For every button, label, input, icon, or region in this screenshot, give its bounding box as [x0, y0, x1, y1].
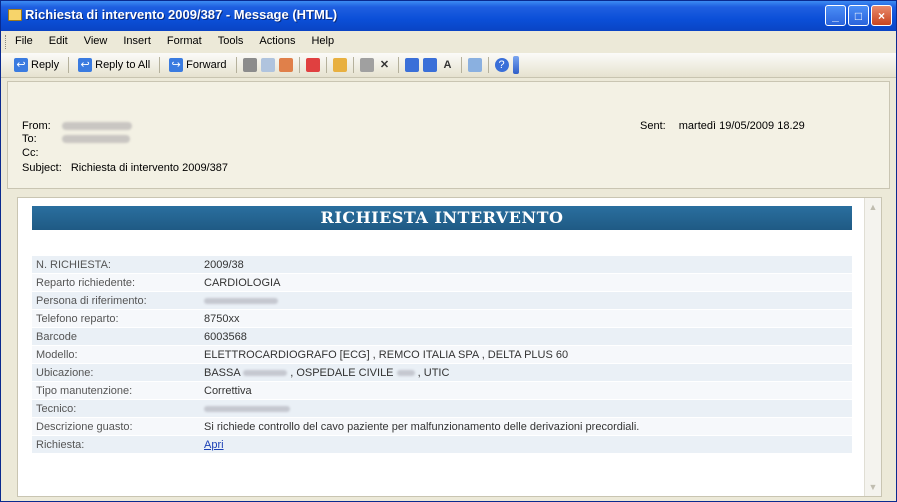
from-line: From: [22, 120, 132, 132]
sent-label: Sent: [640, 120, 666, 132]
delete-icon[interactable]: ✕ [378, 58, 392, 72]
table-row: Barcode 6003568 [32, 328, 852, 346]
table-row: Modello: ELETTROCARDIOGRAFO [ECG] , REMCO… [32, 346, 852, 364]
message-window: Richiesta di intervento 2009/387 - Messa… [0, 0, 897, 502]
flag-icon[interactable] [305, 58, 320, 72]
reply-button[interactable]: ↩ Reply [11, 56, 62, 74]
table-row: Ubicazione: BASSA , OSPEDALE CIVILE , UTI… [32, 364, 852, 382]
toolbar-separator [397, 57, 399, 73]
subject-line: Subject: Richiesta di intervento 2009/38… [22, 162, 228, 174]
standard-toolbar: ↩ Reply ↩ Reply to All ↪ Forward ✕ A ? [1, 53, 896, 78]
next-item-icon[interactable] [422, 58, 437, 72]
table-row: Tipo manutenzione: Correttiva [32, 382, 852, 400]
envelope-icon[interactable] [332, 58, 347, 72]
menu-format[interactable]: Format [167, 35, 202, 47]
close-button[interactable]: × [871, 5, 892, 26]
table-row: N. RICHIESTA: 2009/38 [32, 256, 852, 274]
sent-line: Sent: martedì 19/05/2009 18.29 [640, 120, 805, 132]
maximize-button[interactable]: □ [848, 5, 869, 26]
toolbar-separator [235, 57, 237, 73]
menu-insert[interactable]: Insert [123, 35, 151, 47]
redacted-location [396, 369, 415, 376]
title-bar[interactable]: Richiesta di intervento 2009/387 - Messa… [1, 1, 896, 31]
message-body[interactable]: RICHIESTA INTERVENTO N. RICHIESTA: 2009/3… [17, 197, 882, 497]
menu-bar: File Edit View Insert Format Tools Actio… [1, 31, 896, 54]
toolbar-separator [352, 57, 354, 73]
forward-icon: ↪ [169, 58, 184, 72]
to-label: To: [22, 133, 37, 145]
reply-icon: ↩ [14, 58, 28, 72]
copy-icon[interactable] [260, 58, 275, 72]
from-value-redacted [62, 122, 132, 131]
redacted-location [243, 369, 288, 376]
vertical-scrollbar[interactable]: ▲ ▼ [864, 198, 881, 496]
table-row: Persona di riferimento: [32, 292, 852, 310]
cc-line: Cc: [22, 147, 56, 159]
reply-all-button[interactable]: ↩ Reply to All [75, 56, 153, 74]
menu-tools[interactable]: Tools [218, 35, 244, 47]
rules-icon[interactable] [359, 58, 374, 72]
menu-file[interactable]: File [15, 35, 33, 47]
help-icon[interactable]: ? [494, 58, 509, 72]
move-to-folder-icon[interactable] [278, 58, 293, 72]
table-row: Descrizione guasto: Si richiede controllo… [32, 418, 852, 436]
redacted-contact [204, 297, 278, 304]
cc-label: Cc: [22, 147, 39, 159]
open-request-link[interactable]: Apri [204, 439, 224, 451]
minimize-button[interactable]: _ [825, 5, 846, 26]
scroll-down-icon[interactable]: ▼ [868, 482, 878, 492]
toolbar-separator [68, 57, 70, 73]
forward-button[interactable]: ↪ Forward [166, 56, 229, 74]
reply-all-icon: ↩ [78, 58, 93, 72]
request-table: N. RICHIESTA: 2009/38 Reparto richiedente… [32, 256, 852, 454]
table-row: Tecnico: [32, 400, 852, 418]
window-controls: _ □ × [825, 5, 892, 26]
menu-view[interactable]: View [84, 35, 108, 47]
menu-actions[interactable]: Actions [259, 35, 295, 47]
toolbar-separator [325, 57, 327, 73]
toolbar-separator [487, 57, 489, 73]
toolbar-overflow-handle[interactable] [512, 56, 519, 74]
message-icon [8, 9, 22, 21]
scroll-up-icon[interactable]: ▲ [868, 202, 878, 212]
address-book-icon[interactable] [467, 58, 482, 72]
menu-edit[interactable]: Edit [49, 35, 68, 47]
table-row: Telefono reparto: 8750xx [32, 310, 852, 328]
subject-label: Subject: [22, 162, 62, 174]
table-row: Reparto richiedente: CARDIOLOGIA [32, 274, 852, 292]
to-value-redacted [62, 135, 130, 144]
redacted-technician [204, 405, 290, 412]
message-header: From: To: Cc: Subject: Richiesta di inte… [7, 81, 890, 189]
print-icon[interactable] [242, 58, 257, 72]
to-line: To: [22, 133, 130, 145]
previous-item-icon[interactable] [404, 58, 419, 72]
font-size-icon[interactable]: A [441, 58, 455, 72]
subject-value: Richiesta di intervento 2009/387 [70, 162, 228, 174]
request-title: RICHIESTA INTERVENTO [32, 206, 852, 230]
toolbar-separator [159, 57, 161, 73]
table-row: Richiesta: Apri [32, 436, 852, 454]
window-title: Richiesta di intervento 2009/387 - Messa… [25, 7, 338, 22]
menu-grip-icon [5, 35, 9, 49]
sent-value: martedì 19/05/2009 18.29 [678, 120, 805, 132]
toolbar-separator [298, 57, 300, 73]
menu-help[interactable]: Help [311, 35, 334, 47]
from-label: From: [22, 120, 51, 132]
toolbar-separator [460, 57, 462, 73]
